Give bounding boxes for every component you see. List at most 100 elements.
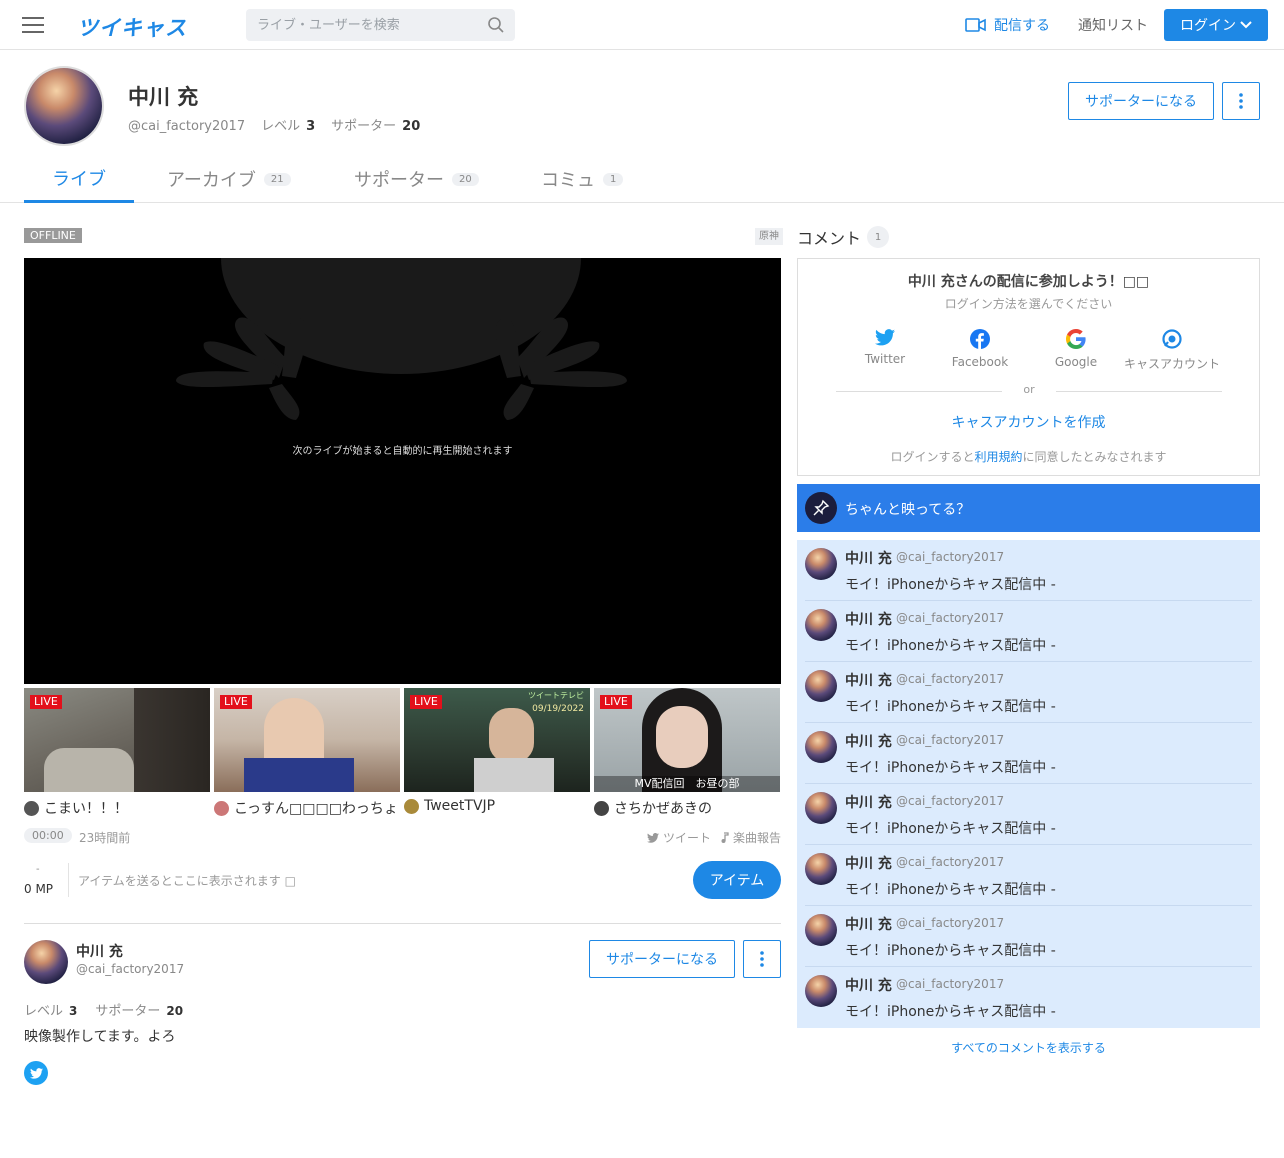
- mp-dash: -: [36, 864, 40, 875]
- comment-item[interactable]: 中川 充 @cai_factory2017 モイ！iPhoneからキャス配信中 …: [805, 540, 1252, 601]
- comment-author[interactable]: 中川 充: [845, 609, 892, 629]
- live-thumbnail[interactable]: LIVE MV配信回 お昼の部: [594, 688, 780, 792]
- broadcast-button[interactable]: 配信する: [965, 15, 1050, 35]
- login-twitter[interactable]: Twitter: [835, 329, 935, 366]
- search-icon[interactable]: [487, 16, 505, 34]
- comment-author[interactable]: 中川 充: [845, 670, 892, 690]
- level-label: レベル: [261, 119, 301, 134]
- notify-list-link[interactable]: 通知リスト: [1078, 15, 1148, 35]
- live-badge: LIVE: [410, 695, 442, 709]
- search-input[interactable]: [246, 9, 476, 41]
- avatar[interactable]: [805, 853, 837, 885]
- tweet-label: ツイート: [662, 831, 711, 845]
- live-title: こまい！！！: [24, 798, 210, 818]
- more-options-button[interactable]: [1222, 82, 1260, 120]
- avatar[interactable]: [805, 731, 837, 763]
- tab-count: 1: [603, 172, 624, 186]
- user-handle: @cai_factory2017: [128, 119, 246, 134]
- comment-author[interactable]: 中川 充: [845, 548, 892, 568]
- comment-author[interactable]: 中川 充: [845, 914, 892, 934]
- live-title: TweetTVJP: [404, 798, 590, 814]
- comment-item[interactable]: 中川 充 @cai_factory2017 モイ！iPhoneからキャス配信中 …: [805, 601, 1252, 662]
- comment-text: モイ！iPhoneからキャス配信中 -: [845, 638, 1056, 654]
- live-card[interactable]: LIVE MV配信回 お昼の部 さちかぜあきの: [594, 688, 780, 818]
- join-title: 中川 充さんの配信に参加しよう！□□: [907, 274, 1150, 290]
- terms-notice: ログインすると利用規約に同意したとみなされます: [798, 448, 1259, 465]
- comment-item[interactable]: 中川 充 @cai_factory2017 モイ！iPhoneからキャス配信中 …: [805, 967, 1252, 1028]
- comment-text: モイ！iPhoneからキャス配信中 -: [845, 577, 1056, 593]
- twitcasting-icon: [1122, 329, 1222, 349]
- live-thumbnail[interactable]: LIVE: [214, 688, 400, 792]
- tab-archive[interactable]: アーカイブ 21: [167, 155, 291, 203]
- tab-community[interactable]: コミュ 1: [541, 155, 624, 203]
- comment-item[interactable]: 中川 充 @cai_factory2017 モイ！iPhoneからキャス配信中 …: [805, 906, 1252, 967]
- login-facebook[interactable]: Facebook: [930, 329, 1030, 369]
- join-subtitle: ログイン方法を選んでください: [944, 297, 1113, 311]
- login-button[interactable]: ログイン: [1164, 9, 1268, 41]
- become-supporter-button[interactable]: サポーターになる: [589, 940, 735, 978]
- or-label: or: [1023, 383, 1035, 396]
- become-supporter-button[interactable]: サポーターになる: [1068, 82, 1214, 120]
- comment-handle: @cai_factory2017: [896, 611, 1005, 625]
- offline-mascot-image: [176, 258, 627, 420]
- live-thumbnail[interactable]: LIVE: [24, 688, 210, 792]
- live-title: さちかぜあきの: [594, 798, 780, 818]
- comment-handle: @cai_factory2017: [896, 550, 1005, 564]
- terms-link[interactable]: 利用規約: [974, 450, 1022, 464]
- mp-value: 0 MP: [24, 882, 54, 896]
- tweet-link[interactable]: ツイート: [646, 829, 711, 846]
- twitter-icon[interactable]: [24, 1061, 48, 1085]
- live-card[interactable]: LIVE こっすん□□□□わっちょ: [214, 688, 400, 818]
- item-button[interactable]: アイテム: [693, 861, 781, 899]
- comment-text: モイ！iPhoneからキャス配信中 -: [845, 943, 1056, 959]
- song-report-label: 楽曲報告: [732, 831, 781, 845]
- tab-live[interactable]: ライブ: [24, 155, 134, 203]
- level-value: 3: [306, 119, 316, 134]
- avatar[interactable]: [24, 940, 68, 984]
- comment-item[interactable]: 中川 充 @cai_factory2017 モイ！iPhoneからキャス配信中 …: [805, 723, 1252, 784]
- comment-author[interactable]: 中川 充: [845, 792, 892, 812]
- avatar[interactable]: [805, 792, 837, 824]
- live-thumbnail[interactable]: ツイートテレビ 09/19/2022 LIVE: [404, 688, 590, 792]
- more-options-button[interactable]: [743, 940, 781, 978]
- comment-author[interactable]: 中川 充: [845, 731, 892, 751]
- avatar[interactable]: [805, 914, 837, 946]
- item-message: アイテムを送るとここに表示されます □: [78, 874, 296, 888]
- login-label: ログイン: [1180, 18, 1236, 34]
- live-title-text: TweetTVJP: [424, 798, 496, 814]
- pinned-comment[interactable]: ちゃんと映ってる？: [797, 484, 1260, 532]
- tab-supporter[interactable]: サポーター 20: [354, 155, 479, 203]
- login-twitcasting[interactable]: キャスアカウント: [1122, 329, 1222, 372]
- song-report-link[interactable]: 楽曲報告: [721, 829, 781, 846]
- comment-item[interactable]: 中川 充 @cai_factory2017 モイ！iPhoneからキャス配信中 …: [805, 845, 1252, 906]
- live-card[interactable]: ツイートテレビ 09/19/2022 LIVE TweetTVJP: [404, 688, 590, 814]
- genre-tag[interactable]: 原神: [755, 228, 783, 245]
- comment-author[interactable]: 中川 充: [845, 975, 892, 995]
- avatar[interactable]: [805, 548, 837, 580]
- menu-icon[interactable]: [22, 16, 44, 34]
- video-player[interactable]: 次のライブが始まると自動的に再生開始されます: [24, 258, 781, 684]
- create-account-link[interactable]: キャスアカウントを作成: [798, 412, 1259, 432]
- comment-handle: @cai_factory2017: [896, 977, 1005, 991]
- more-vertical-icon: [1239, 93, 1243, 109]
- google-icon: [1026, 329, 1126, 349]
- show-all-comments-link[interactable]: すべてのコメントを表示する: [797, 1039, 1260, 1056]
- site-logo[interactable]: ツイキャス: [77, 12, 187, 40]
- level-label: レベル: [24, 1004, 64, 1019]
- avatar[interactable]: [805, 609, 837, 641]
- comment-item[interactable]: 中川 充 @cai_factory2017 モイ！iPhoneからキャス配信中 …: [805, 662, 1252, 723]
- comment-header: コメント 1: [797, 225, 890, 249]
- user-name[interactable]: 中川 充: [76, 941, 123, 961]
- comment-handle: @cai_factory2017: [896, 794, 1005, 808]
- avatar[interactable]: [24, 66, 104, 146]
- time-ago: 23時間前: [79, 831, 131, 845]
- live-card[interactable]: LIVE こまい！！！: [24, 688, 210, 818]
- level-value: 3: [69, 1004, 78, 1018]
- login-google[interactable]: Google: [1026, 329, 1126, 369]
- music-note-icon: [721, 832, 729, 843]
- avatar[interactable]: [805, 975, 837, 1007]
- comment-item[interactable]: 中川 充 @cai_factory2017 モイ！iPhoneからキャス配信中 …: [805, 784, 1252, 845]
- avatar[interactable]: [805, 670, 837, 702]
- comment-author[interactable]: 中川 充: [845, 853, 892, 873]
- pin-icon: [805, 492, 837, 524]
